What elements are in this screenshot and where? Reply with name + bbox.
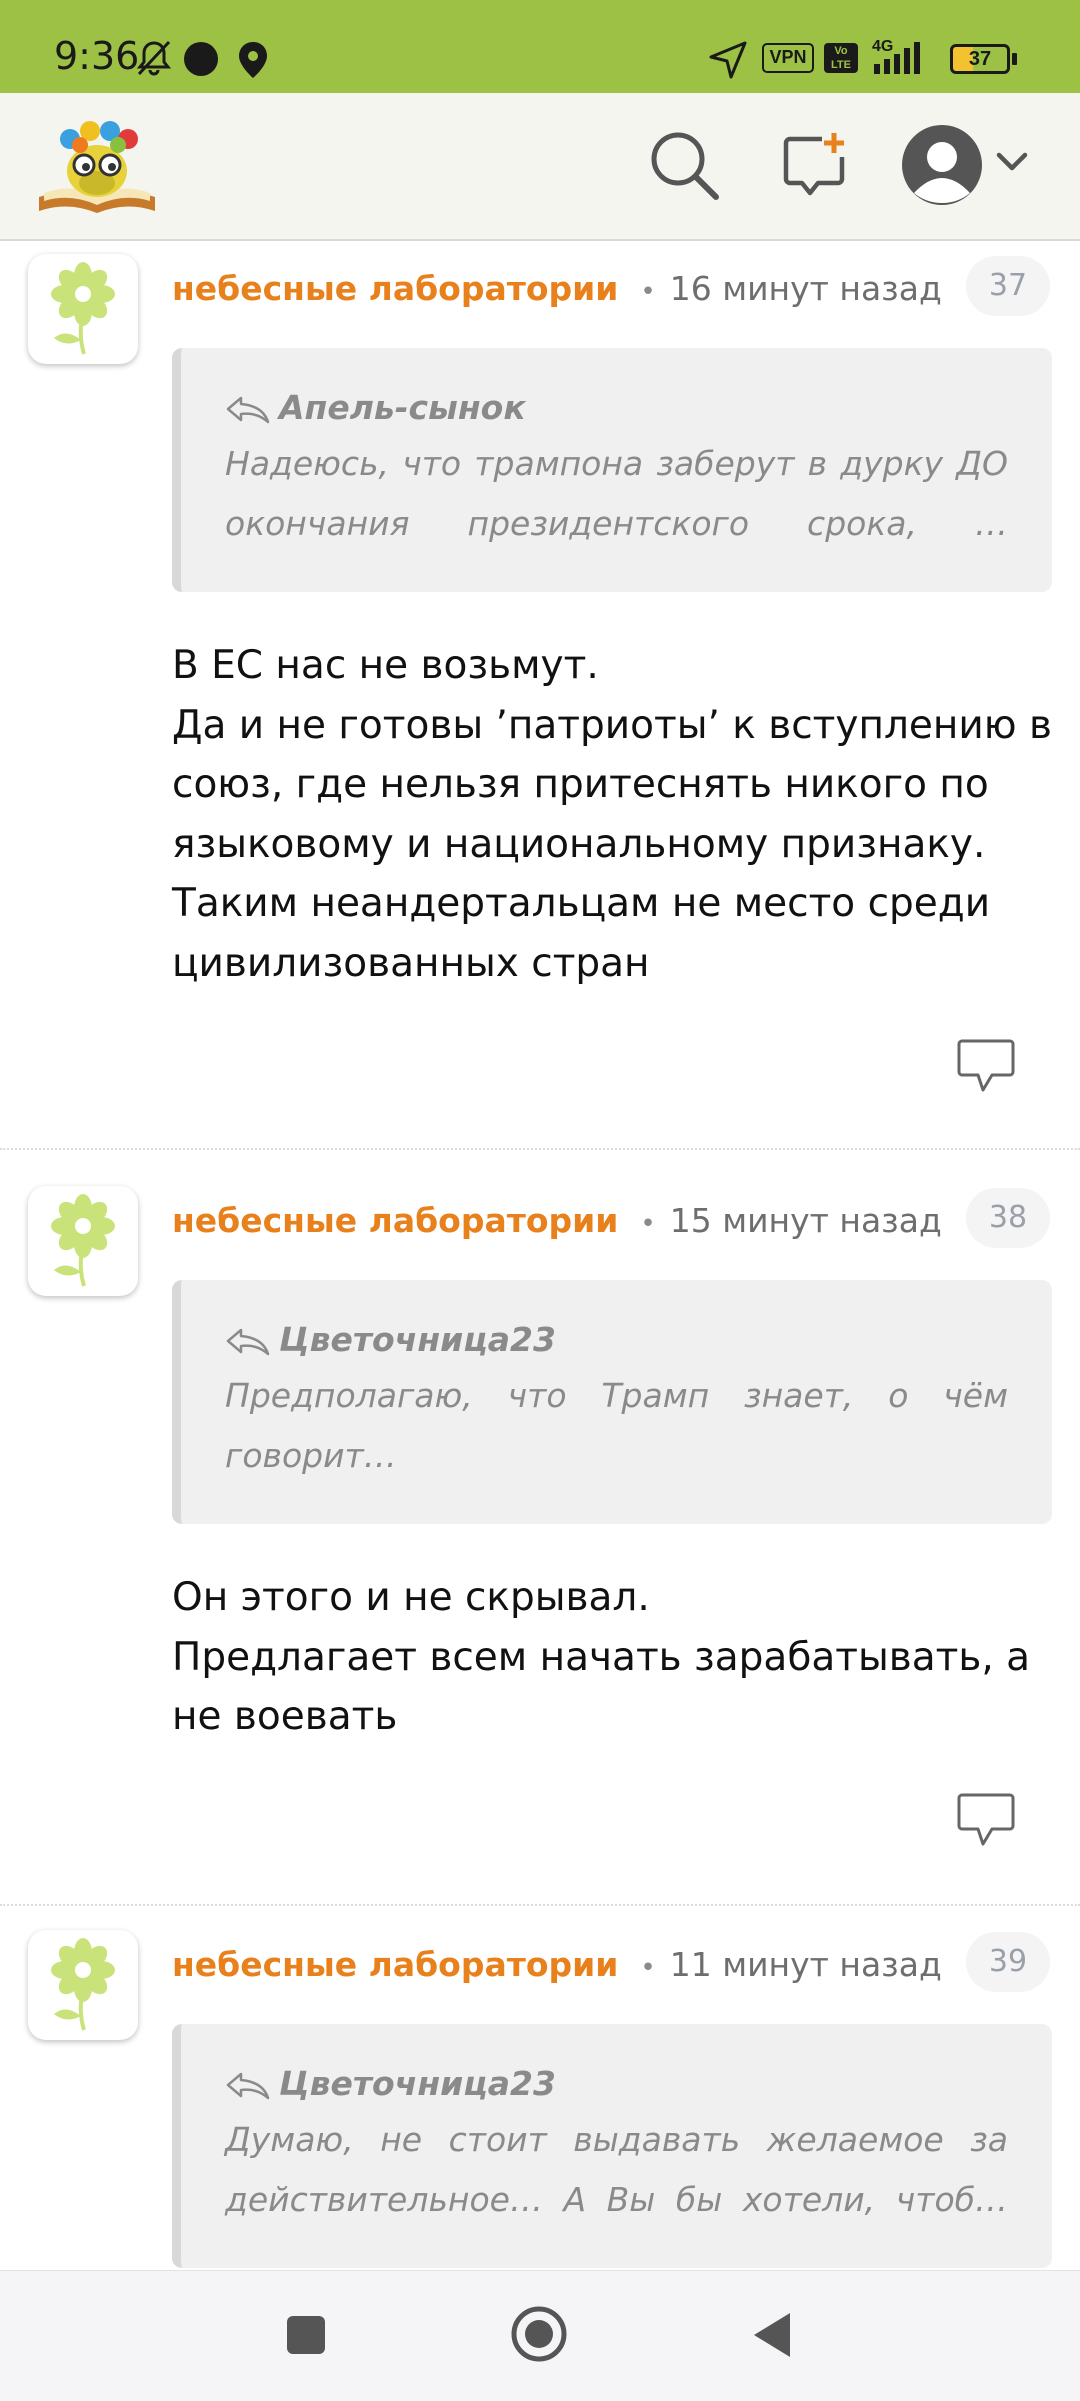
- meta-separator: •: [640, 1953, 656, 1983]
- comment-divider: [0, 1904, 1080, 1906]
- quote-block[interactable]: Цветочница23 Предполагаю, что Трамп знае…: [172, 1280, 1052, 1524]
- comment-body: Он этого и не скрывал. Предлагает всем н…: [172, 1575, 1031, 1739]
- system-nav-bar: [0, 2270, 1080, 2401]
- flower-avatar-icon: [51, 1938, 115, 2031]
- reply-arrow-icon: [226, 396, 270, 423]
- quote-text: Думаю, не стоит выдавать желаемое за дей…: [225, 2120, 1008, 2219]
- comment-time: 16 минут назад: [669, 269, 942, 308]
- comment-meta: небесные лаборатории • 11 минут назад: [172, 1940, 942, 1990]
- comment-author[interactable]: небесные лаборатории: [172, 269, 618, 308]
- status-bar: 9:36 VPN Vo LTE 4G 37: [0, 0, 1080, 93]
- search-icon[interactable]: [646, 127, 722, 203]
- location-pin-icon: [239, 42, 267, 78]
- add-comment-icon[interactable]: [780, 131, 848, 199]
- circle-notification-icon: [184, 42, 218, 76]
- comment-author[interactable]: небесные лаборатории: [172, 1201, 618, 1240]
- avatar[interactable]: [28, 1930, 138, 2040]
- status-time: 9:36: [54, 34, 140, 78]
- avatar[interactable]: [28, 254, 138, 364]
- reply-comment-icon[interactable]: [956, 1792, 1016, 1848]
- flower-avatar-icon: [51, 1194, 115, 1287]
- chevron-down-icon[interactable]: [996, 151, 1028, 173]
- battery-indicator: 37: [950, 44, 1010, 74]
- meta-separator: •: [640, 1209, 656, 1239]
- comment-time: 11 минут назад: [669, 1945, 942, 1984]
- signal-strength-icon: [874, 42, 920, 74]
- comment-divider: [0, 1148, 1080, 1150]
- quote-text: Надеюсь, что трампона заберут в дурку ДО…: [225, 444, 1008, 543]
- reply-arrow-icon: [226, 2072, 270, 2099]
- comment-number[interactable]: 37: [966, 256, 1050, 316]
- avatar-icon[interactable]: [900, 123, 984, 207]
- quote-author-row: Цветочница23: [225, 1314, 1008, 1366]
- comment-time: 15 минут назад: [669, 1201, 942, 1240]
- quote-author: Апель-сынок: [279, 388, 526, 427]
- comment-meta: небесные лаборатории • 16 минут назад: [172, 264, 942, 314]
- battery-tip: [1012, 53, 1017, 65]
- quote-author: Цветочница23: [279, 1320, 556, 1359]
- quote-block[interactable]: Цветочница23 Думаю, не стоит выдавать же…: [172, 2024, 1052, 2268]
- reply-arrow-icon: [226, 1328, 270, 1355]
- app-header: [0, 93, 1080, 241]
- volte-badge: Vo LTE: [824, 43, 858, 73]
- comment-number[interactable]: 39: [966, 1932, 1050, 1992]
- quote-author: Цветочница23: [279, 2064, 556, 2103]
- meta-separator: •: [640, 277, 656, 307]
- navigation-arrow-icon: [709, 41, 747, 79]
- comment-number[interactable]: 38: [966, 1188, 1050, 1248]
- square-icon[interactable]: [286, 2315, 326, 2355]
- flower-avatar-icon: [51, 262, 115, 355]
- bell-muted-icon: [136, 40, 172, 76]
- comment-body: В ЕС нас не возьмут. Да и не готовы ’пат…: [172, 643, 1052, 986]
- avatar[interactable]: [28, 1186, 138, 1296]
- quote-author-row: Цветочница23: [225, 2058, 1008, 2110]
- circle-home-icon[interactable]: [510, 2305, 568, 2363]
- quote-block[interactable]: Апель-сынок Надеюсь, что трампона заберу…: [172, 348, 1052, 592]
- comment-author[interactable]: небесные лаборатории: [172, 1945, 618, 1984]
- reply-comment-icon[interactable]: [956, 1038, 1016, 1094]
- comment-meta: небесные лаборатории • 15 минут назад: [172, 1196, 942, 1246]
- quote-author-row: Апель-сынок: [225, 382, 1008, 434]
- reading-bookworm-logo[interactable]: [34, 109, 160, 219]
- quote-text: Предполагаю, что Трамп знает, о чём гово…: [225, 1376, 1008, 1475]
- vpn-badge: VPN: [762, 43, 814, 73]
- triangle-back-icon[interactable]: [752, 2311, 792, 2359]
